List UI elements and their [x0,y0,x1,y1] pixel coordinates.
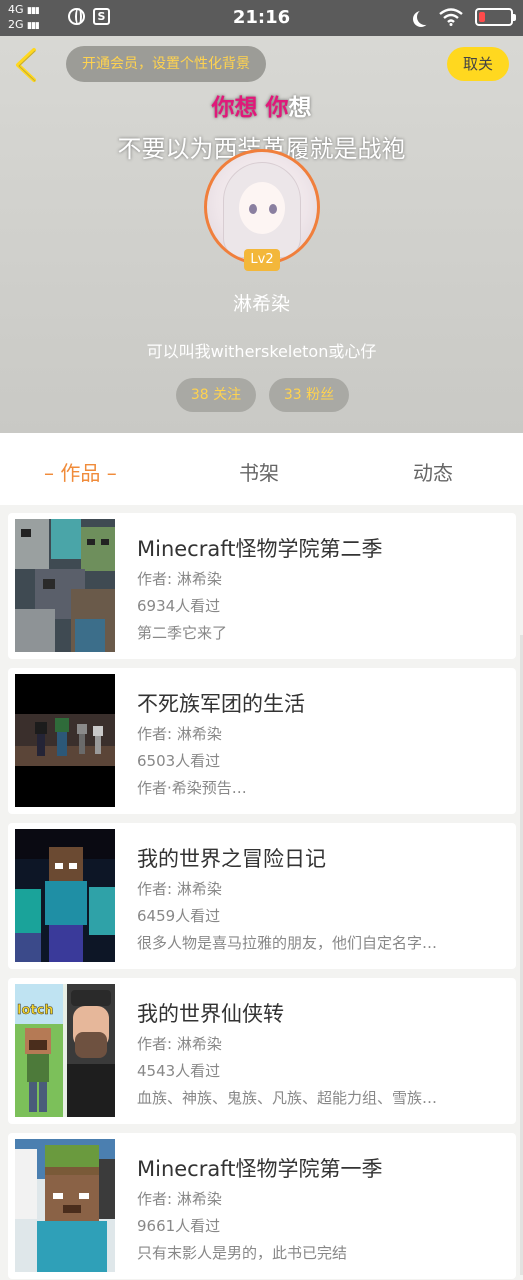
lyric-line-1: 你想 你想 [0,88,523,122]
tab-works[interactable]: – 作品 – [44,457,117,486]
back-button[interactable] [10,46,46,84]
work-author: 作者: 淋希染 [137,1035,222,1053]
cover-image [15,519,115,652]
work-title: 我的世界仙侠转 [137,1002,284,1026]
work-views: 6934人看过 [137,597,221,615]
work-title: Minecraft怪物学院第一季 [137,1157,383,1181]
thumb-text: lotch [17,1003,54,1018]
moon-icon [417,9,433,25]
work-author: 作者: 淋希染 [137,725,222,743]
list-item[interactable]: 我的世界之冒险日记 作者: 淋希染 6459人看过 很多人物是喜马拉雅的朋友，他… [8,823,516,969]
avatar-face [239,182,285,234]
wifi-icon [439,8,463,26]
lyric-highlight: 你想 你 [211,95,289,121]
vip-background-button[interactable]: 开通会员，设置个性化背景 [66,46,266,82]
work-title: 我的世界之冒险日记 [137,847,326,871]
work-description: 作者·希染预告… [137,779,247,797]
battery-icon [475,8,516,26]
work-views: 6503人看过 [137,752,221,770]
list-item[interactable]: Minecraft怪物学院第二季 作者: 淋希染 6934人看过 第二季它来了 [8,513,516,659]
avatar-eye [269,204,277,214]
list-item[interactable]: Minecraft怪物学院第一季 作者: 淋希染 9661人看过 只有末影人是男… [8,1133,516,1279]
work-author: 作者: 淋希染 [137,570,222,588]
tab-activity[interactable]: 动态 [413,457,453,486]
avatar-eye [249,204,257,214]
following-count-button[interactable]: 38 关注 [176,378,256,412]
work-author: 作者: 淋希染 [137,1190,222,1208]
work-views: 4543人看过 [137,1062,221,1080]
cover-image: lotch [15,984,115,1117]
status-bar: 4G ▮▮▮ 2G ▮▮▮ S 21:16 [0,0,523,36]
work-title: Minecraft怪物学院第二季 [137,537,383,561]
tab-bookshelf[interactable]: 书架 [239,457,279,486]
cover-image [15,674,115,807]
lyric-rest: 想 [288,95,312,121]
cover-image [15,1139,115,1272]
user-bio: 可以叫我witherskeleton或心仔 [146,342,377,361]
work-author: 作者: 淋希染 [137,880,222,898]
cover-image [15,829,115,962]
level-badge: Lv2 [244,249,280,271]
work-views: 6459人看过 [137,907,221,925]
work-description: 第二季它来了 [137,624,228,642]
tab-bar: – 作品 – 书架 动态 [0,433,523,505]
work-title: 不死族军团的生活 [137,692,305,716]
list-item[interactable]: 不死族军团的生活 作者: 淋希染 6503人看过 作者·希染预告… [8,668,516,814]
fans-count-button[interactable]: 33 粉丝 [269,378,349,412]
chevron-left-icon [16,48,36,82]
unfollow-button[interactable]: 取关 [447,47,509,81]
work-description: 很多人物是喜马拉雅的朋友，他们自定名字… [137,934,438,952]
profile-header: 开通会员，设置个性化背景 取关 你想 你想 不要以为西装革履就是战袍 Lv2 淋… [0,36,523,433]
battery-level-fill [479,12,485,22]
work-views: 9661人看过 [137,1217,221,1235]
username: 淋希染 [232,293,290,315]
work-description: 血族、神族、鬼族、凡族、超能力组、雪族… [137,1089,438,1107]
list-item[interactable]: lotch 我的世界仙侠转 作者: 淋希染 4543人看过 血族、神族、鬼族、凡… [8,978,516,1124]
avatar[interactable] [204,149,320,265]
work-description: 只有末影人是男的，此书已完结 [137,1244,348,1262]
